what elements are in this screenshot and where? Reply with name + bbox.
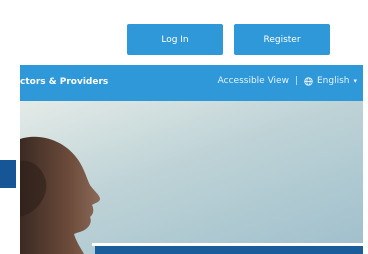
nav-bar: ctors & Providers Accessible View | Engl… <box>20 65 363 101</box>
hero-photo <box>20 136 100 254</box>
globe-icon <box>304 76 313 86</box>
register-button[interactable]: Register <box>234 24 330 55</box>
frame-right <box>363 0 368 254</box>
accent-block <box>0 160 16 188</box>
language-label: English <box>316 76 350 86</box>
header-bar: Log In Register <box>20 0 363 65</box>
bottom-panel <box>95 246 363 254</box>
page: Log In Register ctors & Providers Access… <box>0 0 368 254</box>
accessible-view-link[interactable]: Accessible View <box>218 76 289 86</box>
frame-left <box>0 0 20 254</box>
chevron-down-icon: ▾ <box>353 77 357 85</box>
login-button[interactable]: Log In <box>127 24 223 55</box>
hero-image <box>20 101 363 254</box>
nav-link-doctors-providers[interactable]: ctors & Providers <box>20 77 108 87</box>
language-selector[interactable]: English ▾ <box>304 76 357 86</box>
nav-utilities: Accessible View | English ▾ <box>218 76 357 86</box>
nav-separator: | <box>294 76 298 86</box>
